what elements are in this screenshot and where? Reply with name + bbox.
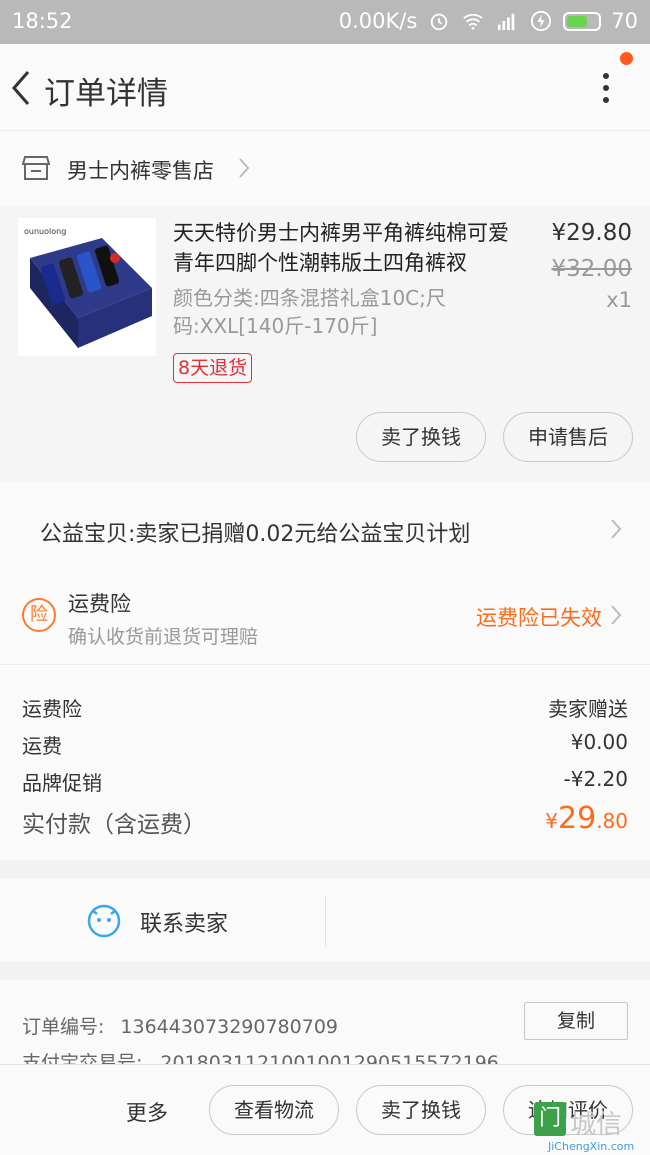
insurance-icon: 险 (22, 598, 56, 632)
status-icons: 0.00K/s 70 (339, 9, 638, 33)
more-button[interactable]: 更多 (126, 1097, 168, 1127)
wifi-icon (463, 13, 484, 30)
product-quantity: x1 (606, 288, 632, 312)
fee-label: 运费险 (22, 697, 82, 721)
nav-bar: 订单详情 (0, 44, 650, 130)
order-number-label: 订单编号: (22, 1016, 105, 1038)
insurance-title: 运费险 (68, 592, 131, 616)
contact-seller-row: 联系卖家 (0, 878, 650, 962)
fee-value: 卖家赠送 (548, 697, 628, 721)
charity-text: 公益宝贝:卖家已捐赠0.02元给公益宝贝计划 (40, 522, 471, 547)
store-icon (22, 156, 50, 180)
more-vertical-icon[interactable] (596, 70, 616, 106)
total-paid-row: 实付款（含运费） ¥29.80 (22, 801, 628, 839)
shipping-insurance-row[interactable]: 险 运费险 确认收货前退货可理赔 运费险已失效 (0, 578, 650, 664)
chevron-right-icon (611, 605, 622, 625)
chevron-left-icon[interactable] (8, 68, 34, 108)
alipay-number: 2018031121001001290515572196 (160, 1052, 499, 1064)
battery-icon (563, 11, 602, 31)
product-price: ¥29.80 (551, 220, 632, 246)
watermark-text: 城信 (570, 1110, 623, 1140)
charity-row[interactable]: 公益宝贝:卖家已捐赠0.02元给公益宝贝计划 (0, 482, 650, 578)
total-amount: ¥29.80 (545, 801, 628, 836)
watermark-logo: 门 (534, 1102, 566, 1136)
chat-face-icon[interactable] (86, 902, 122, 938)
fee-row: 运费 ¥0.00 (22, 730, 628, 759)
watermark: 门 城信 JiChengXin.com (534, 1102, 650, 1155)
shop-name: 男士内裤零售店 (67, 159, 214, 183)
fee-row: 运费险 卖家赠送 (22, 693, 628, 722)
fee-value: ¥0.00 (570, 730, 628, 754)
alarm-icon (431, 13, 448, 31)
total-decimal: .80 (596, 809, 628, 833)
alipay-label: 支付宝交易号: (22, 1052, 143, 1064)
signal-icon (498, 13, 515, 31)
notification-dot (620, 52, 633, 65)
status-bar: 18:52 0.00K/s 70 (0, 0, 650, 44)
total-currency: ¥ (545, 809, 558, 833)
total-label: 实付款（含运费） (22, 812, 206, 838)
thumbnail-brand: ounuolong (24, 227, 66, 236)
divider (325, 896, 326, 946)
fee-summary: 运费险 卖家赠送 运费 ¥0.00 品牌促销 -¥2.20 实付款（含运费） ¥… (0, 664, 650, 860)
page-title: 订单详情 (44, 76, 168, 112)
product-spec: 颜色分类:四条混搭礼盒10C;尺码:XXL[140斤-170斤] (173, 286, 446, 338)
return-policy-badge: 8天退货 (173, 353, 253, 383)
network-speed: 0.00K/s (338, 9, 418, 33)
original-price: ¥32.00 (551, 256, 632, 282)
view-logistics-button[interactable]: 查看物流 (209, 1085, 339, 1135)
fee-row: 品牌促销 -¥2.20 (22, 767, 628, 796)
product-thumbnail[interactable]: ounuolong (18, 218, 156, 356)
charging-icon (531, 10, 552, 32)
fee-label: 运费 (22, 734, 62, 758)
order-number: 136443073290780709 (120, 1016, 338, 1038)
shop-row[interactable]: 男士内裤零售店 (0, 130, 650, 206)
order-number-row: 订单编号: 136443073290780709 (22, 1012, 338, 1039)
fee-label: 品牌促销 (22, 771, 102, 795)
sell-exchange-button[interactable]: 卖了换钱 (356, 412, 486, 462)
product-title[interactable]: 天天特价男士内裤男平角裤纯棉可爱青年四脚个性潮韩版土四角裤衩 (173, 218, 525, 278)
insurance-status: 运费险已失效 (476, 606, 602, 630)
after-sales-button[interactable]: 申请售后 (503, 412, 633, 462)
contact-seller-button[interactable]: 联系卖家 (140, 906, 228, 938)
chevron-right-icon (239, 158, 250, 178)
copy-button[interactable]: 复制 (524, 1002, 628, 1040)
watermark-url: JiChengXin.com (548, 1140, 635, 1153)
battery-level: 70 (611, 9, 638, 33)
status-time: 18:52 (12, 9, 73, 33)
order-item[interactable]: ounuolong 天天特价男士内裤男平角裤纯棉可爱青年四脚个性潮韩版土四角裤衩… (0, 206, 650, 482)
alipay-number-row: 支付宝交易号: 2018031121001001290515572196 (22, 1048, 499, 1064)
sell-exchange-button[interactable]: 卖了换钱 (356, 1085, 486, 1135)
insurance-subtitle: 确认收货前退货可理赔 (68, 626, 259, 648)
chevron-right-icon (611, 519, 622, 539)
total-integer: 29 (558, 801, 597, 836)
order-info: 订单编号: 136443073290780709 复制 支付宝交易号: 201803… (0, 980, 650, 1064)
fee-value: -¥2.20 (563, 767, 628, 791)
